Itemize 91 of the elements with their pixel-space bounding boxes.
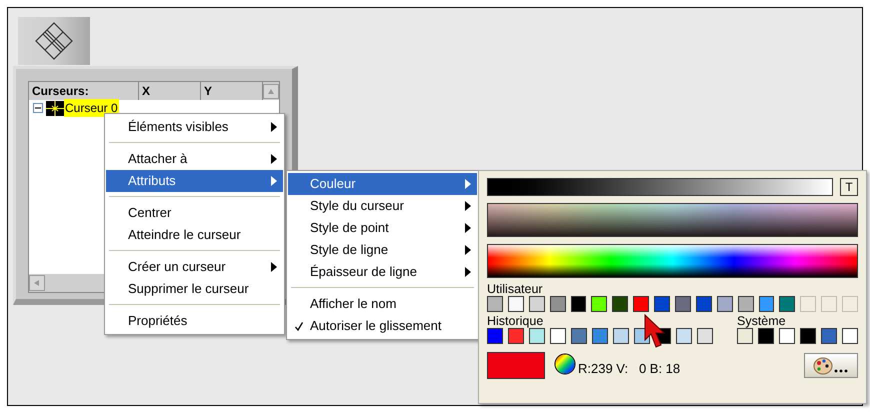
checkmark-icon — [295, 322, 303, 330]
color-swatch[interactable] — [676, 328, 692, 344]
menu-item[interactable]: Attacher à — [106, 148, 283, 170]
color-swatch[interactable] — [697, 328, 713, 344]
empty-swatch[interactable] — [821, 296, 838, 312]
section-label: Utilisateur — [487, 282, 544, 296]
color-swatch[interactable] — [800, 328, 816, 344]
color-swatch[interactable] — [821, 328, 837, 344]
section-label: Historique — [487, 314, 544, 328]
color-swatch[interactable] — [591, 296, 608, 312]
menu-item[interactable]: Style du curseur — [288, 195, 477, 217]
menu-item-label: Style de ligne — [310, 241, 390, 260]
color-swatch[interactable] — [508, 328, 524, 344]
menu-item-label: Style de point — [310, 219, 390, 238]
color-swatch[interactable] — [716, 296, 733, 312]
color-swatch[interactable] — [487, 296, 503, 312]
section-label: Système — [737, 314, 787, 328]
color-swatch[interactable] — [737, 328, 753, 344]
diamond-cross-icon — [34, 21, 74, 61]
menu-item[interactable]: Supprimer le curseur — [106, 278, 283, 300]
submenu-arrow-icon — [271, 262, 277, 272]
transparent-button[interactable]: T — [840, 178, 858, 196]
menu-item-label: Style du curseur — [310, 197, 405, 216]
color-swatch[interactable] — [758, 296, 774, 312]
color-wheel-icon[interactable] — [554, 353, 576, 375]
submenu-arrow-icon — [465, 201, 471, 211]
submenu-arrow-icon — [465, 245, 471, 255]
color-swatch[interactable] — [654, 296, 670, 312]
color-swatch[interactable] — [612, 296, 628, 312]
menu-item-label: Attacher à — [128, 150, 188, 168]
color-swatch[interactable] — [487, 328, 503, 344]
muted-color-ramp[interactable] — [487, 203, 858, 237]
menu-item-label: Attributs — [128, 172, 177, 190]
palette-icon — [813, 356, 849, 374]
menu-item[interactable]: Style de point — [288, 217, 477, 239]
menu-item-label: Couleur — [310, 175, 357, 194]
menu-item-label: Supprimer le curseur — [128, 280, 250, 298]
palette-button[interactable] — [804, 353, 858, 378]
menu-item[interactable]: Propriétés — [106, 310, 283, 332]
menu-item[interactable]: Épaisseur de ligne — [288, 261, 477, 283]
color-swatch[interactable] — [613, 328, 629, 344]
mouse-pointer-icon — [644, 314, 666, 350]
menu-item[interactable]: Style de ligne — [288, 239, 477, 261]
menu-item-label: Éléments visibles — [128, 118, 230, 136]
color-swatch[interactable] — [571, 328, 587, 344]
menu-item[interactable]: Couleur — [288, 173, 477, 195]
menu-item-label: Afficher le nom — [310, 295, 398, 314]
menu-item[interactable]: Créer un curseur — [106, 256, 283, 278]
menu-item-label: Épaisseur de ligne — [310, 263, 418, 282]
column-header[interactable]: X — [139, 82, 201, 100]
color-swatch[interactable] — [633, 296, 650, 312]
menu-item[interactable]: Afficher le nom — [288, 293, 477, 315]
color-swatch[interactable] — [758, 328, 774, 344]
menu-item[interactable]: Attributs — [106, 170, 283, 192]
color-swatch[interactable] — [528, 296, 545, 312]
menu-item[interactable]: Centrer — [106, 202, 283, 224]
cursor-name[interactable]: Curseur 0 — [64, 99, 119, 117]
submenu-arrow-icon — [465, 179, 471, 189]
hue-ramp[interactable] — [487, 244, 858, 278]
color-swatch[interactable] — [550, 296, 566, 312]
color-swatch[interactable] — [779, 296, 796, 312]
menu-item-label: Propriétés — [128, 312, 188, 330]
crosshair-icon — [46, 100, 64, 116]
rgb-reading: R:239 V: 0 B: 18 — [578, 361, 680, 377]
color-swatch[interactable] — [570, 296, 586, 312]
menu-item-label: Créer un curseur — [128, 258, 227, 276]
cursor-move-button[interactable] — [18, 17, 90, 65]
submenu-arrow-icon — [465, 223, 471, 233]
submenu-arrow-icon — [271, 154, 277, 164]
color-swatch[interactable] — [738, 296, 754, 312]
menu-item-label: Centrer — [128, 204, 172, 222]
menu-item-label: Atteindre le curseur — [128, 226, 242, 244]
color-swatch[interactable] — [508, 296, 524, 312]
submenu-arrow-icon — [465, 267, 471, 277]
empty-swatch[interactable] — [842, 296, 858, 312]
menu-item[interactable]: Autoriser le glissement — [288, 315, 477, 337]
color-swatch[interactable] — [779, 328, 795, 344]
menu-item[interactable]: Atteindre le curseur — [106, 224, 283, 246]
grayscale-ramp[interactable] — [487, 178, 833, 196]
color-swatch[interactable] — [696, 296, 712, 312]
empty-swatch[interactable] — [800, 296, 816, 312]
color-swatch[interactable] — [529, 328, 545, 344]
color-swatch[interactable] — [842, 328, 858, 344]
submenu-arrow-icon — [271, 176, 277, 186]
color-swatch[interactable] — [675, 296, 691, 312]
collapse-icon[interactable] — [33, 103, 43, 113]
color-swatch[interactable] — [592, 328, 608, 344]
submenu-arrow-icon — [271, 122, 277, 132]
color-swatch[interactable] — [550, 328, 566, 344]
menu-item[interactable]: Éléments visibles — [106, 116, 283, 138]
menu-item-label: Autoriser le glissement — [310, 317, 442, 336]
